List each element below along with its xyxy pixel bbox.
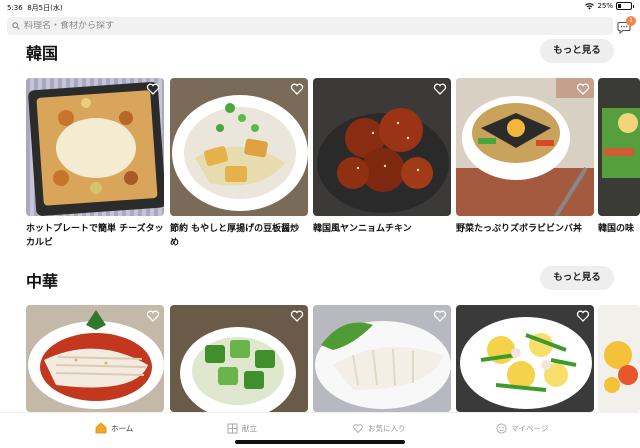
wifi-icon [585,2,595,10]
tab-menu-label: 献立 [242,423,257,433]
heart-icon [353,423,363,433]
home-icon [95,422,107,434]
recipe-image [26,305,164,412]
recipe-image [456,305,594,412]
search-input[interactable] [24,21,584,31]
recipe-card[interactable] [313,305,451,412]
section-title-chinese: 中華 [26,272,59,291]
more-button-korean[interactable]: もっと見る [540,39,614,63]
favorite-heart-icon[interactable] [433,309,447,323]
menu-icon [227,423,238,433]
recipe-image [170,305,308,412]
tab-mypage[interactable]: マイページ [496,421,548,435]
recipe-image [598,305,640,412]
recipe-title: 韓国の味 [598,224,635,234]
recipe-card[interactable] [456,305,594,412]
tab-menu[interactable]: 献立 [227,421,257,435]
search-icon [12,22,20,30]
battery-icon [616,2,634,10]
recipe-card[interactable] [170,305,308,412]
recipe-image [170,78,308,216]
favorite-heart-icon[interactable] [290,309,304,323]
home-indicator [235,440,405,444]
favorite-heart-icon[interactable] [433,82,447,96]
notification-badge: 1 [626,16,636,26]
recipe-title: ホットプレートで簡単 チーズタッカルビ [26,224,164,248]
recipe-image [26,78,164,216]
tab-favorites-label: お気に入り [368,423,406,433]
favorite-heart-icon[interactable] [290,82,304,96]
recipe-image [456,78,594,216]
tab-home-label: ホーム [111,423,134,433]
recipe-image [313,78,451,216]
recipe-card[interactable]: 韓国の味 [598,78,640,250]
recipe-card[interactable] [598,305,640,412]
status-time-date: 5:36 8月5日(水) [7,4,63,12]
search-bar[interactable] [7,17,613,35]
favorite-heart-icon[interactable] [146,82,160,96]
status-bar: 5:36 8月5日(水) 25% [0,0,640,14]
recipe-image [313,305,451,412]
favorite-heart-icon[interactable] [576,82,590,96]
status-right: 25% [585,2,634,10]
favorite-heart-icon[interactable] [146,309,160,323]
tab-favorites[interactable]: お気に入り [352,421,406,435]
recipe-card[interactable]: 野菜たっぷりズボラビビンバ丼 [456,78,594,250]
favorite-heart-icon[interactable] [576,309,590,323]
recipe-card[interactable] [26,305,164,412]
recipe-card[interactable]: ホットプレートで簡単 チーズタッカルビ [26,78,164,250]
battery-percent: 25% [597,2,613,10]
more-button-chinese[interactable]: もっと見る [540,266,614,290]
tab-mypage-label: マイページ [511,423,549,433]
recipe-image [598,78,640,216]
section-title-korean: 韓国 [26,44,59,63]
recipe-title: 野菜たっぷりズボラビビンバ丼 [456,224,583,234]
messages-button[interactable]: 1 [617,16,636,35]
smile-icon [496,422,507,434]
tab-home[interactable]: ホーム [95,421,133,435]
recipe-title: 韓国風ヤンニョムチキン [313,224,412,234]
recipe-card[interactable]: 節約 もやしと厚揚げの豆板醤炒め [170,78,308,250]
recipe-card[interactable]: 韓国風ヤンニョムチキン [313,78,451,250]
recipe-title: 節約 もやしと厚揚げの豆板醤炒め [170,224,300,248]
